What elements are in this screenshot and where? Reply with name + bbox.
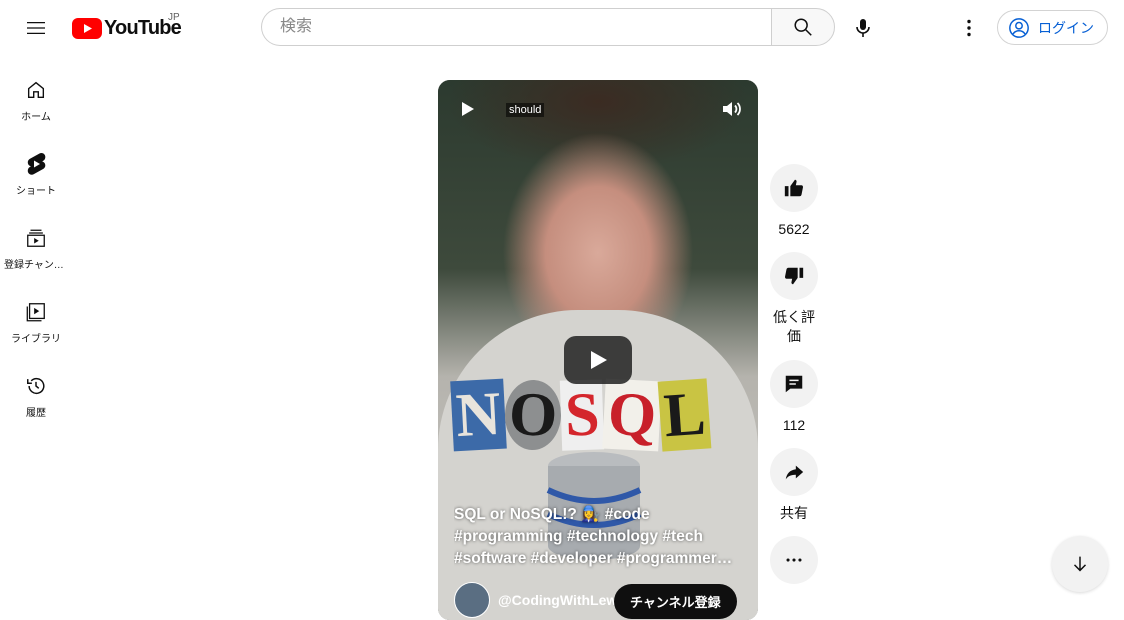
dislike-button[interactable] — [770, 252, 818, 300]
center-play-button[interactable] — [564, 336, 632, 384]
share-label: 共有 — [780, 505, 808, 521]
comment-count: 112 — [782, 417, 806, 433]
next-video-button[interactable] — [1052, 536, 1108, 592]
sidebar-item-home[interactable]: ホーム — [0, 74, 72, 148]
sidebar-item-label: 履歴 — [26, 408, 46, 419]
shorts-icon — [24, 152, 48, 176]
more-horiz-icon — [786, 558, 802, 562]
overlay-letter: O — [503, 379, 563, 451]
login-label: ログイン — [1038, 19, 1094, 36]
video-title: SQL or NoSQL!? 👩‍🔧 #code #programming #t… — [454, 504, 734, 570]
like-action: 5622 — [770, 164, 818, 239]
share-icon — [785, 465, 804, 480]
sidebar-item-label: ライブラリ — [11, 334, 61, 345]
sidebar-item-shorts[interactable]: ショート — [0, 148, 72, 222]
arrow-down-icon — [1073, 556, 1087, 572]
video-title-line: SQL or NoSQL!? 👩‍🔧 #code — [454, 506, 650, 523]
comments-button[interactable] — [770, 360, 818, 408]
video-title-line: #programming #technology #tech — [454, 528, 703, 545]
video-overlay-nosql-art: N O S Q L — [450, 378, 752, 452]
subscriptions-icon — [24, 226, 48, 250]
comment-icon — [785, 375, 803, 393]
home-icon — [24, 78, 48, 102]
menu-button[interactable] — [16, 8, 56, 48]
volume-icon[interactable] — [720, 97, 744, 121]
overlay-letter: L — [657, 378, 712, 452]
sidebar-item-label: ショート — [16, 186, 56, 197]
account-icon — [1009, 17, 1029, 38]
play-icon[interactable] — [458, 100, 476, 118]
sidebar-item-library[interactable]: ライブラリ — [0, 296, 72, 370]
more-action — [770, 536, 818, 584]
overlay-letter: N — [450, 378, 507, 452]
region-code: JP — [168, 12, 180, 23]
overlay-letter: Q — [601, 378, 662, 452]
settings-more-button[interactable] — [949, 8, 989, 48]
search-box[interactable] — [261, 8, 771, 46]
search-input[interactable] — [278, 17, 771, 37]
voice-search-button[interactable] — [843, 8, 883, 48]
microphone-icon — [856, 19, 870, 37]
more-vert-icon — [967, 19, 971, 37]
sidebar-item-label: 登録チャンネル — [4, 260, 68, 271]
channel-info[interactable]: @CodingWithLewi — [454, 582, 621, 618]
subscribe-button[interactable]: チャンネル登録 — [614, 584, 737, 619]
library-icon — [24, 300, 48, 324]
comment-action: 112 — [770, 360, 818, 435]
thumbs-up-icon — [784, 179, 804, 197]
thumbs-down-icon — [784, 267, 804, 285]
youtube-play-logo-icon — [72, 17, 102, 39]
search-icon — [794, 18, 812, 36]
share-button[interactable] — [770, 448, 818, 496]
hamburger-icon — [27, 22, 45, 34]
login-button[interactable]: ログイン — [997, 10, 1108, 45]
play-icon — [591, 351, 607, 369]
share-action: 共有 — [770, 448, 818, 523]
sidebar-item-subscriptions[interactable]: 登録チャンネル — [0, 222, 72, 296]
overlay-letter: S — [559, 379, 605, 451]
shorts-video-player[interactable]: N O S Q L should SQL or NoSQL!? 👩‍🔧 #cod… — [438, 80, 758, 620]
like-button[interactable] — [770, 164, 818, 212]
like-count: 5622 — [778, 221, 810, 237]
sidebar-item-history[interactable]: 履歴 — [0, 370, 72, 444]
history-icon — [24, 374, 48, 398]
dislike-label: 低く評価 — [773, 309, 815, 344]
caption-text: should — [506, 103, 545, 117]
video-title-line: #software #developer #programmer… — [454, 550, 733, 567]
youtube-logo[interactable]: YouTube JP — [72, 12, 182, 42]
channel-handle[interactable]: @CodingWithLewi — [498, 592, 621, 608]
dislike-action: 低く評価 — [770, 252, 818, 346]
more-options-button[interactable] — [770, 536, 818, 584]
channel-avatar[interactable] — [454, 582, 490, 618]
search-button[interactable] — [771, 8, 835, 46]
sidebar-item-label: ホーム — [21, 112, 51, 123]
